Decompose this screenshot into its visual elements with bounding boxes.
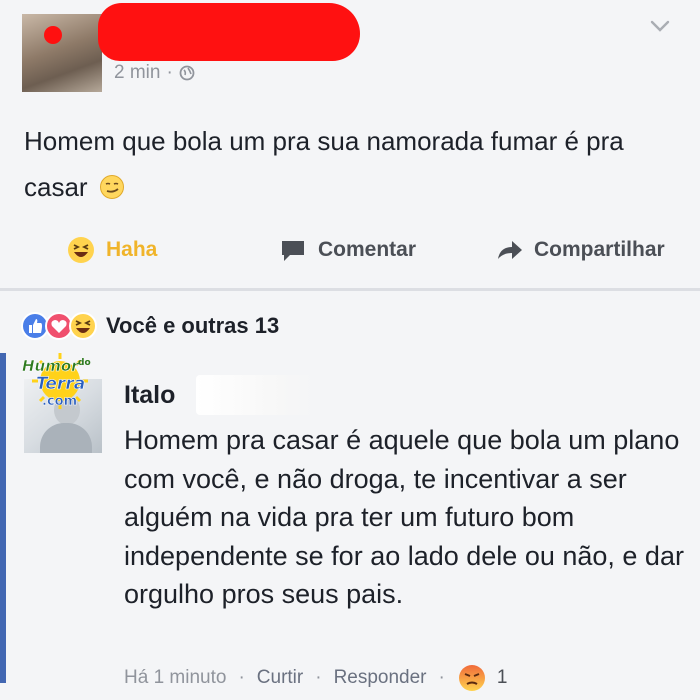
meta-separator: · bbox=[166, 62, 173, 83]
comment-label: Comentar bbox=[318, 238, 417, 261]
haha-icon bbox=[68, 237, 94, 263]
haha-button[interactable]: Haha bbox=[66, 228, 157, 272]
share-arrow-icon bbox=[498, 241, 522, 259]
red-dot bbox=[44, 26, 62, 44]
post-meta: 2 min · bbox=[114, 62, 195, 84]
comment-footer: Há 1 minuto · Curtir · Responder · 1 bbox=[124, 663, 507, 693]
footer-separator-1: · bbox=[238, 667, 245, 688]
haha-reaction-icon bbox=[69, 312, 97, 340]
logo-text-terra: Terra bbox=[36, 374, 85, 394]
comment-icon bbox=[282, 241, 304, 261]
share-label: Compartilhar bbox=[534, 238, 665, 261]
post-text: Homem que bola um pra sua namorada fumar… bbox=[24, 118, 684, 210]
footer-separator-2: · bbox=[315, 667, 322, 688]
post-timestamp[interactable]: 2 min bbox=[114, 62, 160, 84]
reactions-summary-text: Você e outras 13 bbox=[106, 313, 280, 338]
logo-text-do: do bbox=[78, 358, 91, 368]
share-button[interactable]: Compartilhar bbox=[494, 228, 665, 272]
angry-reaction-icon[interactable] bbox=[457, 663, 487, 693]
like-comment-link[interactable]: Curtir bbox=[257, 667, 303, 689]
poster-avatar[interactable] bbox=[22, 14, 102, 92]
comment-text: Homem pra casar é aquele que bola um pla… bbox=[124, 425, 684, 609]
haha-label: Haha bbox=[106, 238, 158, 261]
reactions-summary[interactable]: Você e outras 13 bbox=[20, 311, 279, 341]
comment-button[interactable]: Comentar bbox=[278, 228, 416, 272]
comment-thread-line bbox=[0, 353, 6, 683]
comment-reaction-count[interactable]: 1 bbox=[497, 667, 508, 689]
post-card: 2 min · Homem que bola um pra sua namora… bbox=[0, 0, 700, 290]
smirk-emoji-icon bbox=[99, 175, 124, 199]
avatar-body bbox=[40, 423, 92, 453]
poster-name-redaction bbox=[98, 3, 360, 61]
logo-text-com: .com bbox=[42, 394, 77, 409]
post-actions: Haha Comentar Compartilhar bbox=[0, 228, 700, 272]
logo-text-humor: Humor bbox=[22, 357, 80, 375]
comment-time[interactable]: Há 1 minuto bbox=[124, 667, 226, 689]
chevron-down-icon[interactable] bbox=[648, 14, 672, 38]
footer-separator-3: · bbox=[438, 667, 445, 688]
reply-comment-link[interactable]: Responder bbox=[334, 667, 427, 689]
globe-icon bbox=[179, 65, 195, 81]
humor-do-terra-logo: Humor do Terra .com bbox=[22, 353, 91, 409]
commenter-name[interactable]: Italo bbox=[124, 381, 175, 410]
commenter-name-redaction bbox=[196, 375, 316, 415]
comments-section: Você e outras 13 Humor do Terra .com Ita… bbox=[0, 291, 700, 700]
